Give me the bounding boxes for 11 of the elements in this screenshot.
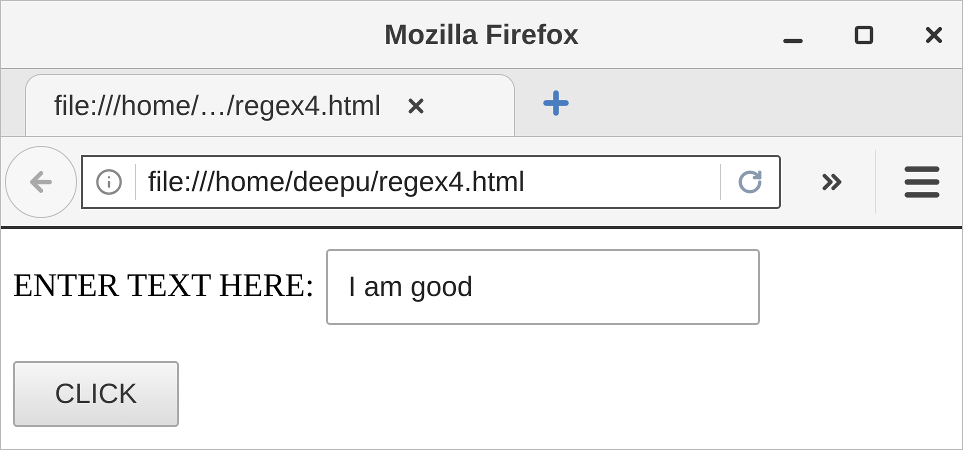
text-input[interactable]: I am good <box>326 249 760 325</box>
click-button[interactable]: CLICK <box>13 361 179 427</box>
window-title: Mozilla Firefox <box>384 18 579 52</box>
url-text: file:///home/deepu/regex4.html <box>148 164 526 199</box>
address-bar[interactable]: file:///home/deepu/regex4.html <box>81 154 781 208</box>
info-icon[interactable] <box>95 168 123 196</box>
browser-tab[interactable]: file:///home/…/regex4.html <box>25 74 515 136</box>
input-label: ENTER TEXT HERE: <box>13 267 314 306</box>
maximize-icon[interactable] <box>854 24 874 44</box>
reload-icon[interactable] <box>737 168 763 194</box>
tab-title: file:///home/…/regex4.html <box>54 88 381 123</box>
